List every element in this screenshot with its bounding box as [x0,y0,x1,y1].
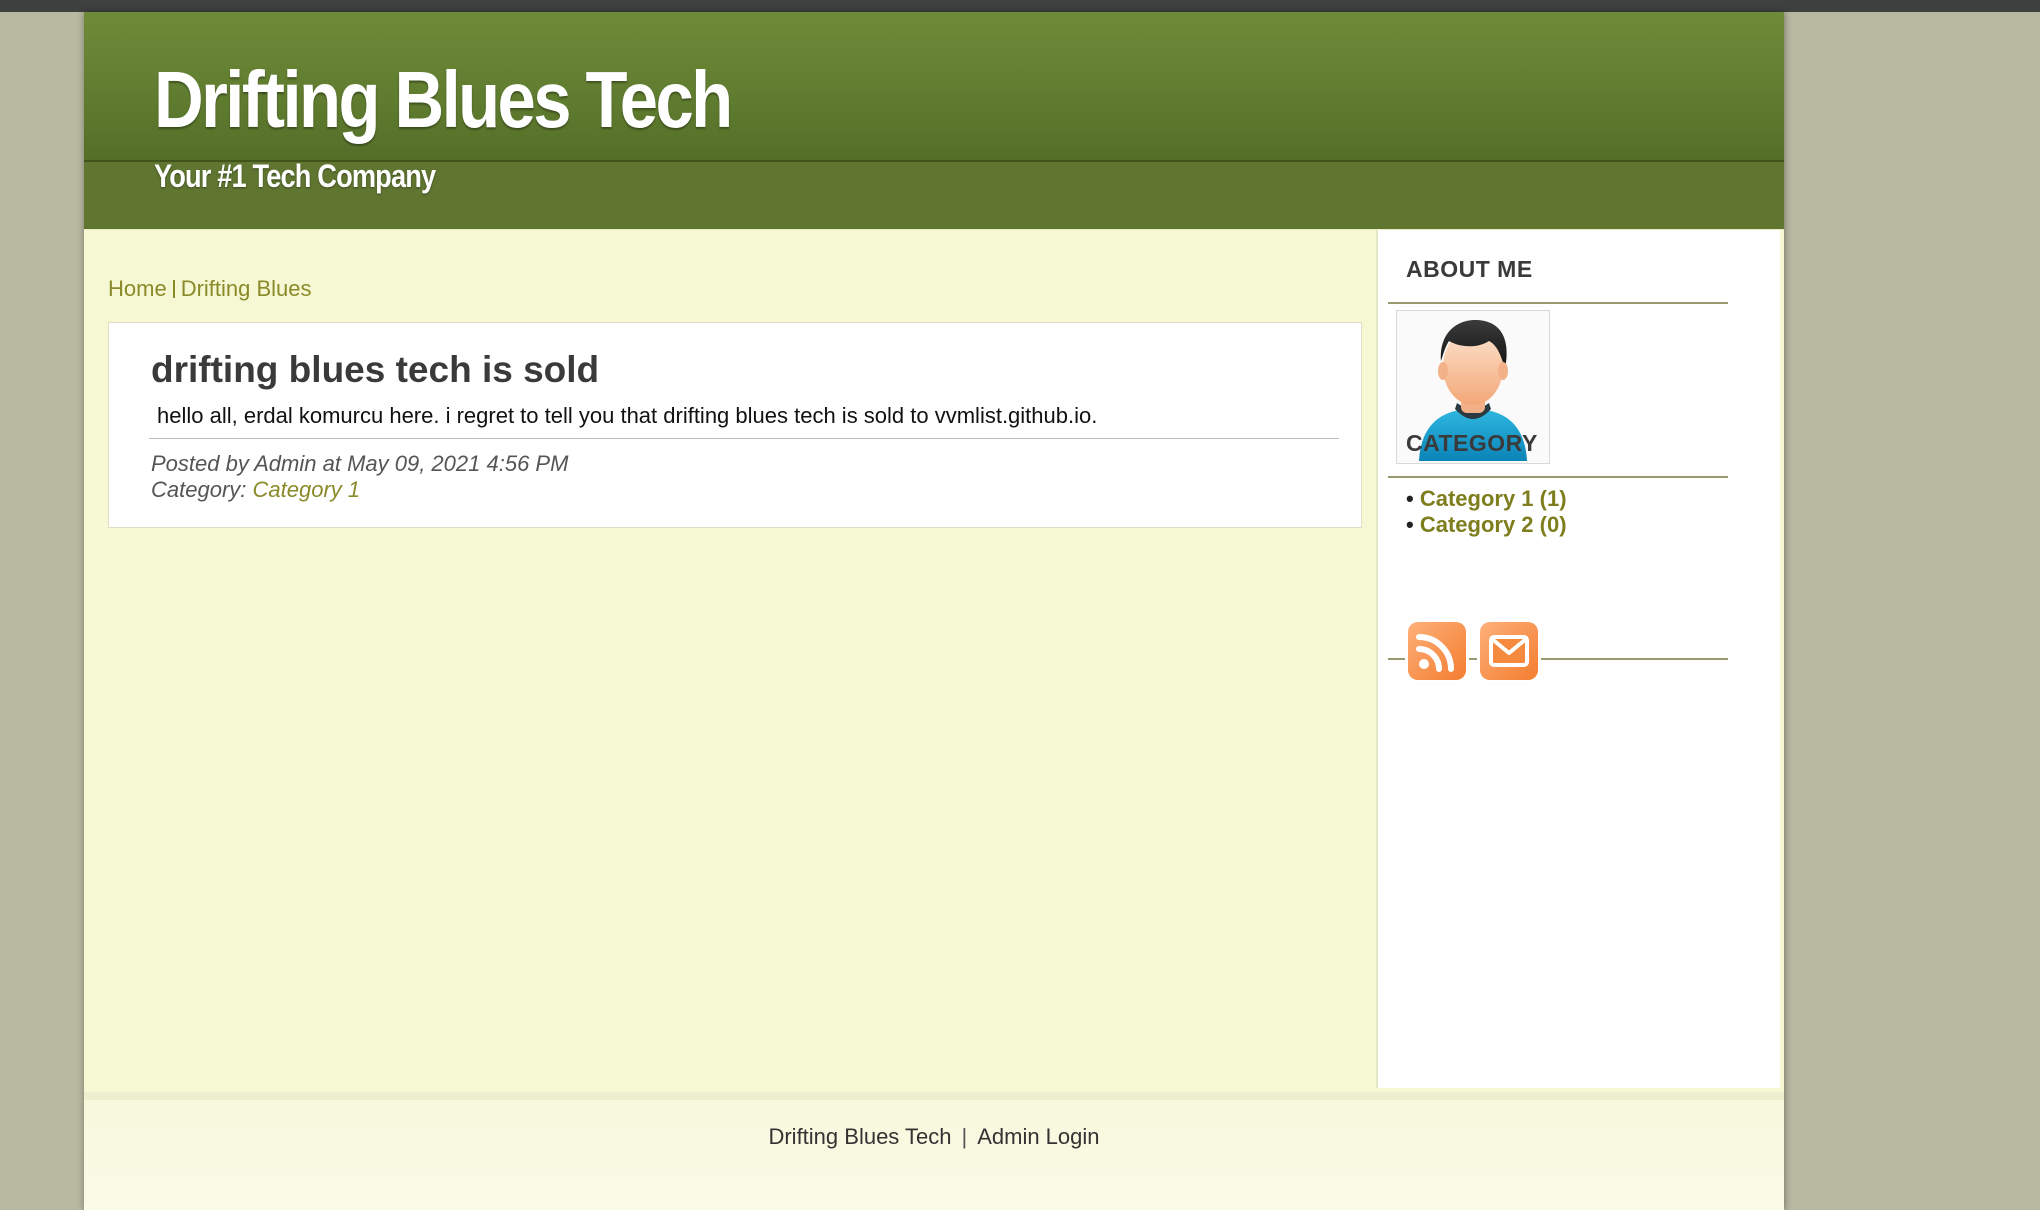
footer-separator: | [961,1124,968,1149]
category-list-item: • Category 1 (1) [1406,486,1567,511]
category-divider [1388,476,1728,478]
footer-links: Drifting Blues Tech | Admin Login [84,1124,1784,1150]
footer-site-link[interactable]: Drifting Blues Tech [768,1124,951,1149]
category-heading: CATEGORY [1406,430,1538,456]
rss-icon [1416,634,1454,672]
rss-button[interactable] [1408,622,1466,680]
browser-top-bar [0,0,2040,12]
mail-button[interactable] [1480,622,1538,680]
post-meta: Posted by Admin at May 09, 2021 4:56 PM … [151,451,568,503]
page-container: Drifting Blues Tech Your #1 Tech Company… [84,12,1784,1210]
breadcrumb-current-link[interactable]: Drifting Blues [181,276,312,301]
site-title[interactable]: Drifting Blues Tech [154,60,733,140]
category-1-link[interactable]: Category 1 (1) [1420,486,1567,511]
category-2-link[interactable]: Category 2 (0) [1420,512,1567,537]
admin-login-link[interactable]: Admin Login [977,1124,1099,1149]
breadcrumb-home-link[interactable]: Home [108,276,167,301]
post-category-label: Category: [151,477,253,502]
category-list-item: • Category 2 (0) [1406,512,1567,537]
breadcrumb-separator [172,280,175,298]
post-divider [149,438,1339,439]
sidebar: ABOUT ME CATEGORY • Category 1 (1) • Cat… [1376,230,1780,1088]
category-list: • Category 1 (1) • Category 2 (0) [1406,486,1567,538]
breadcrumb: Home Drifting Blues [108,276,312,302]
post-category-link[interactable]: Category 1 [253,477,361,502]
post-title: drifting blues tech is sold [151,349,600,390]
blog-post: drifting blues tech is sold hello all, e… [108,322,1362,528]
site-header: Drifting Blues Tech Your #1 Tech Company [84,12,1784,230]
post-body: hello all, erdal komurcu here. i regret … [157,403,1098,428]
site-tagline: Your #1 Tech Company [154,158,436,194]
main-content: Home Drifting Blues drifting blues tech i… [84,230,1374,1090]
site-footer: Drifting Blues Tech | Admin Login [84,1092,1784,1210]
about-me-heading: ABOUT ME [1406,256,1533,282]
mail-icon [1489,635,1529,667]
about-me-divider [1388,302,1728,304]
post-category-line: Category: Category 1 [151,477,568,503]
post-author-date: Posted by Admin at May 09, 2021 4:56 PM [151,451,569,476]
